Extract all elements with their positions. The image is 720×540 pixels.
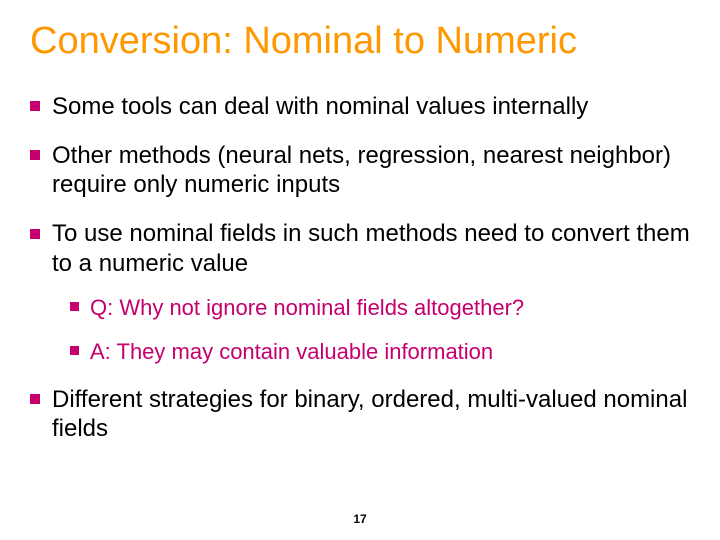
bullet-text: Q: Why not ignore nominal fields altoget… (90, 295, 524, 320)
bullet-text: Some tools can deal with nominal values … (52, 93, 588, 120)
bullet-text: To use nominal fields in such methods ne… (52, 220, 690, 276)
list-item: Some tools can deal with nominal values … (30, 92, 690, 121)
list-item: Different strategies for binary, ordered… (30, 385, 690, 444)
slide: Conversion: Nominal to Numeric Some tool… (0, 0, 720, 540)
list-item: A: They may contain valuable information (70, 338, 690, 366)
bullet-text: Other methods (neural nets, regression, … (52, 142, 671, 198)
sub-bullet-list: Q: Why not ignore nominal fields altoget… (70, 294, 690, 365)
list-item: Other methods (neural nets, regression, … (30, 141, 690, 200)
bullet-list: Some tools can deal with nominal values … (30, 92, 690, 444)
slide-title: Conversion: Nominal to Numeric (30, 20, 690, 64)
list-item: Q: Why not ignore nominal fields altoget… (70, 294, 690, 322)
bullet-text: A: They may contain valuable information (90, 339, 493, 364)
page-number: 17 (0, 512, 720, 526)
list-item: To use nominal fields in such methods ne… (30, 219, 690, 365)
bullet-text: Different strategies for binary, ordered… (52, 386, 687, 442)
